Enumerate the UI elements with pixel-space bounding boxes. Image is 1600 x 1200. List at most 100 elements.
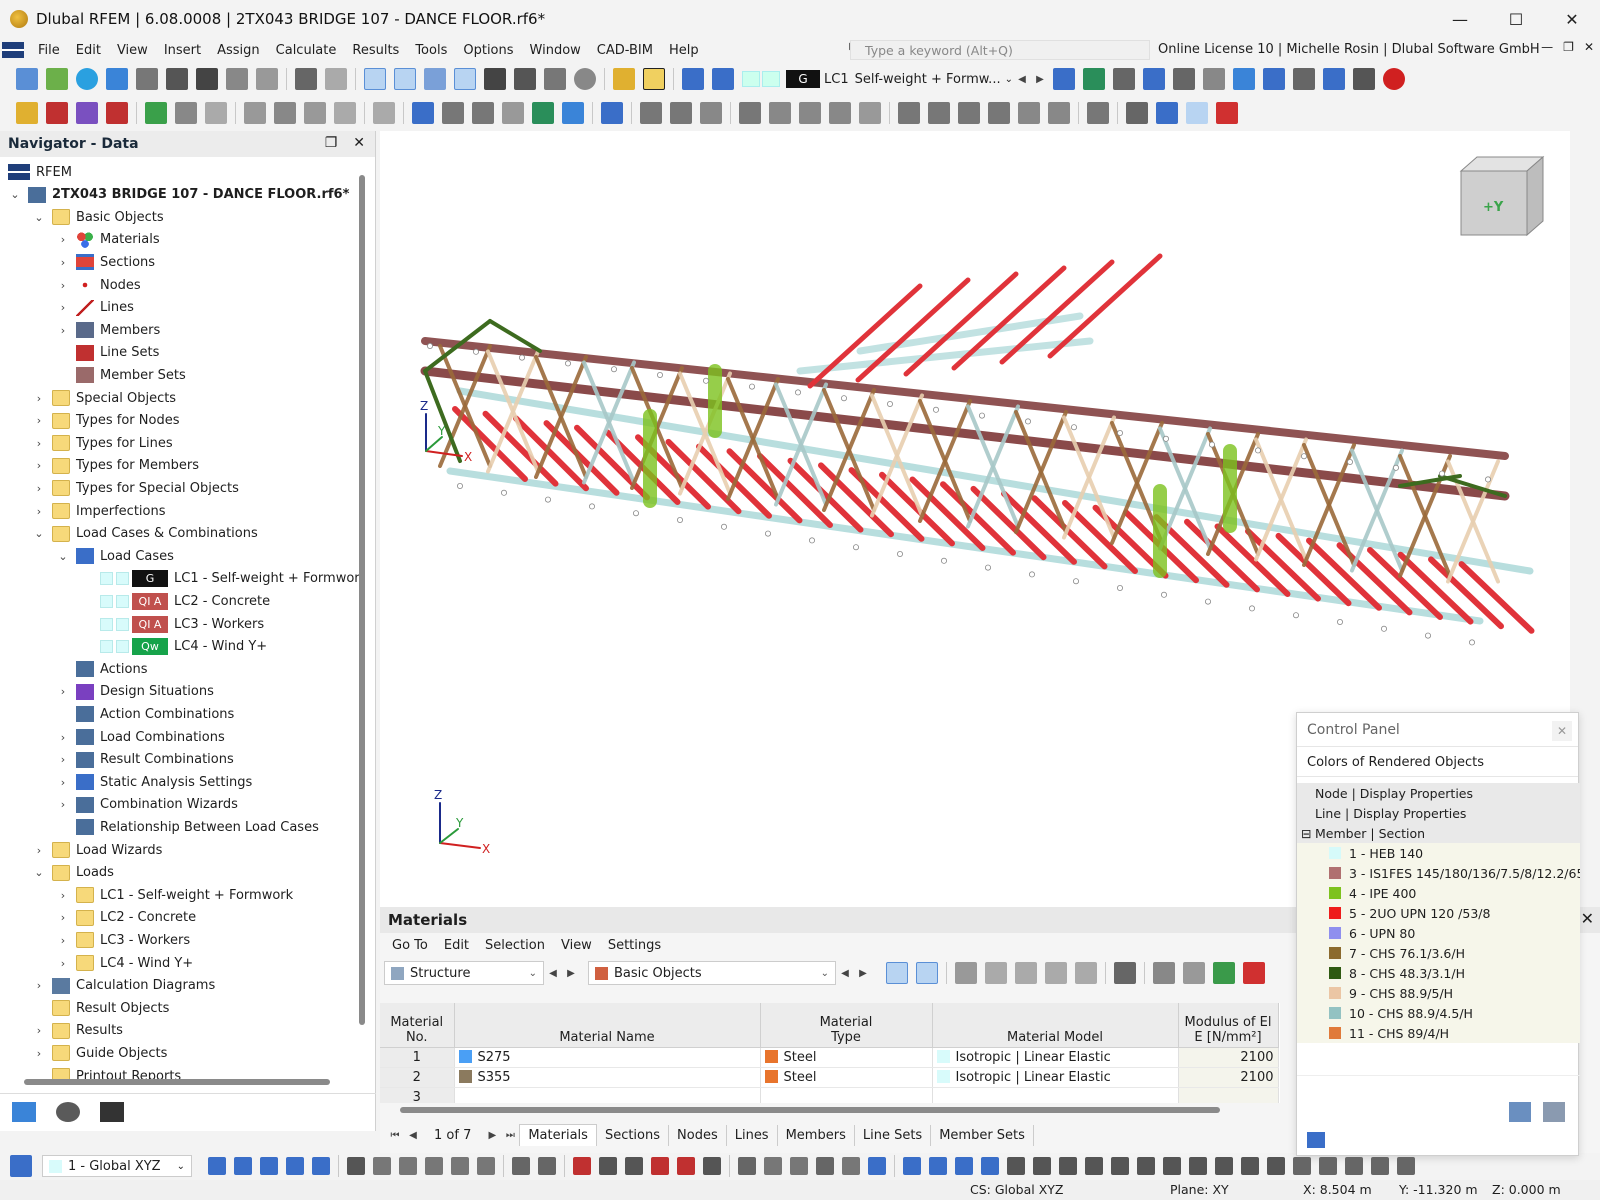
- mdi-restore-button[interactable]: ❐: [1563, 40, 1574, 54]
- cp-section-item[interactable]: 10 - CHS 88.9/4.5/H: [1297, 1003, 1580, 1023]
- chevron-right-icon[interactable]: ›: [56, 911, 70, 924]
- tree-item-sections[interactable]: › Sections: [56, 251, 155, 273]
- print-icon[interactable]: [196, 68, 218, 90]
- dimension-icon[interactable]: [412, 102, 434, 124]
- hinge-icon[interactable]: [175, 102, 197, 124]
- deformation-icon[interactable]: [1142, 68, 1165, 90]
- snap-icon[interactable]: [1087, 102, 1109, 124]
- tree-item-lines[interactable]: › Lines: [56, 297, 134, 319]
- export-icon[interactable]: [1213, 962, 1235, 984]
- chevron-right-icon[interactable]: ›: [32, 979, 46, 992]
- node-point[interactable]: [840, 395, 847, 402]
- cp-section-item[interactable]: 3 - IS1FES 145/180/136/7.5/8/12.2/65/1: [1297, 863, 1580, 883]
- previous-lc-button[interactable]: ◀: [1013, 68, 1031, 90]
- guide-line-icon[interactable]: [442, 102, 464, 124]
- cp-section-item[interactable]: 6 - UPN 80: [1297, 923, 1580, 943]
- table-view-icon[interactable]: [955, 962, 977, 984]
- properties-toggle-icon[interactable]: [454, 68, 476, 90]
- bottom-tool-39-icon[interactable]: [1137, 1157, 1155, 1175]
- tree-item-lc4-wind-y[interactable]: Qw LC4 - Wind Y+: [80, 636, 267, 658]
- script-icon[interactable]: [514, 68, 536, 90]
- node-point[interactable]: [1205, 598, 1212, 605]
- bottom-tool-3-icon[interactable]: [286, 1157, 304, 1175]
- tree-item-nodes[interactable]: › Nodes: [56, 274, 141, 296]
- chevron-right-icon[interactable]: ›: [56, 731, 70, 744]
- tree-item-line-sets[interactable]: Line Sets: [56, 342, 159, 364]
- curve-icon[interactable]: [739, 102, 761, 124]
- measure-icon[interactable]: [472, 102, 494, 124]
- search-input[interactable]: Type a keyword (Alt+Q): [850, 40, 1150, 60]
- bottom-tool-13-icon[interactable]: [512, 1157, 530, 1175]
- cell-material-name[interactable]: S355: [454, 1067, 761, 1088]
- node-point[interactable]: [933, 406, 940, 413]
- animation-icon[interactable]: [1322, 68, 1345, 90]
- cube-icon[interactable]: [799, 102, 821, 124]
- col-material-no[interactable]: Material No.: [380, 1003, 455, 1048]
- pattern-icon[interactable]: [1126, 102, 1148, 124]
- section-color-swatch[interactable]: [1329, 967, 1341, 979]
- node-point[interactable]: [632, 510, 639, 517]
- structure-combo[interactable]: Structure ⌄: [384, 961, 544, 985]
- node-point[interactable]: [1293, 612, 1300, 619]
- views-tab-camera-icon[interactable]: [100, 1101, 124, 1122]
- divide-icon[interactable]: [1018, 102, 1040, 124]
- cell-material-type[interactable]: [760, 1087, 933, 1103]
- tree-item-guide-objects[interactable]: › Guide Objects: [32, 1042, 167, 1064]
- cell-modulus[interactable]: 2100: [1178, 1067, 1279, 1088]
- section-color-swatch[interactable]: [1329, 847, 1341, 859]
- object-type-combo[interactable]: Basic Objects ⌄: [588, 961, 836, 985]
- maximize-button[interactable]: ☐: [1488, 0, 1544, 38]
- node-point[interactable]: [1347, 458, 1354, 465]
- bottom-tool-7-icon[interactable]: [373, 1157, 391, 1175]
- bottom-tool-6-icon[interactable]: [347, 1157, 365, 1175]
- axis-y-line[interactable]: [425, 436, 443, 452]
- bottom-tool-26-icon[interactable]: [816, 1157, 834, 1175]
- menu-tools[interactable]: Tools: [407, 43, 455, 58]
- tree-item-materials[interactable]: › Materials: [56, 229, 160, 251]
- menu-view[interactable]: View: [109, 43, 156, 58]
- navigator-vertical-scrollbar[interactable]: [358, 175, 366, 1165]
- previous-button[interactable]: ◀: [544, 962, 562, 984]
- node-point[interactable]: [764, 530, 771, 537]
- navigator-toggle-icon[interactable]: [364, 68, 386, 90]
- values-icon[interactable]: [1112, 68, 1135, 90]
- tab-materials[interactable]: Materials: [519, 1124, 597, 1146]
- bottom-tool-10-icon[interactable]: [451, 1157, 469, 1175]
- tree-item-rfem[interactable]: RFEM: [8, 161, 72, 183]
- chevron-right-icon[interactable]: ›: [32, 392, 46, 405]
- bottom-tool-17-icon[interactable]: [599, 1157, 617, 1175]
- block-icon[interactable]: [334, 102, 356, 124]
- labels-icon[interactable]: [1292, 68, 1315, 90]
- bottom-tool-9-icon[interactable]: [425, 1157, 443, 1175]
- node-point[interactable]: [656, 371, 663, 378]
- node-point[interactable]: [794, 389, 801, 396]
- tree-item-load-cases[interactable]: ⌄ Load Cases: [56, 545, 174, 567]
- cell-material-no[interactable]: 3: [380, 1087, 455, 1103]
- materials-menu-selection[interactable]: Selection: [477, 938, 553, 953]
- tree-item-relationship-between-load-cases[interactable]: Relationship Between Load Cases: [56, 816, 319, 838]
- mirror-icon[interactable]: [958, 102, 980, 124]
- section-color-swatch[interactable]: [1329, 887, 1341, 899]
- bottom-tool-2-icon[interactable]: [260, 1157, 278, 1175]
- redo-icon[interactable]: [325, 68, 347, 90]
- coordinate-system-icon[interactable]: [10, 1155, 32, 1177]
- node-point[interactable]: [1301, 453, 1308, 460]
- select-in-graphics-icon[interactable]: [886, 962, 908, 984]
- new-node-icon[interactable]: [16, 102, 38, 124]
- cp-group[interactable]: ⊟ Member | Section: [1297, 823, 1580, 843]
- new-surface-icon[interactable]: [106, 102, 128, 124]
- line-grid-icon[interactable]: [640, 102, 662, 124]
- bottom-tool-36-icon[interactable]: [1059, 1157, 1077, 1175]
- node-point[interactable]: [473, 348, 480, 355]
- bottom-tool-47-icon[interactable]: [1345, 1157, 1363, 1175]
- chevron-down-icon[interactable]: ⌄: [32, 527, 46, 540]
- bottom-tool-41-icon[interactable]: [1189, 1157, 1207, 1175]
- coordinate-system-combo[interactable]: 1 - Global XYZ ⌄: [42, 1155, 192, 1177]
- node-point[interactable]: [1161, 591, 1168, 598]
- section-color-swatch[interactable]: [1329, 927, 1341, 939]
- menu-edit[interactable]: Edit: [68, 43, 109, 58]
- cp-section-item[interactable]: 5 - 2UO UPN 120 /53/8: [1297, 903, 1580, 923]
- chevron-right-icon[interactable]: ›: [56, 957, 70, 970]
- tree-item-result-combinations[interactable]: › Result Combinations: [56, 749, 234, 771]
- bottom-tool-35-icon[interactable]: [1033, 1157, 1051, 1175]
